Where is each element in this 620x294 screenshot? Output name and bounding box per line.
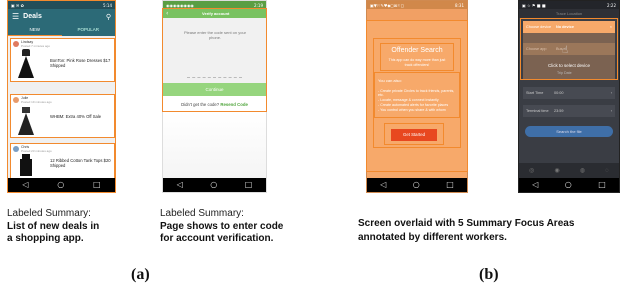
summary-focus-area: [374, 72, 460, 118]
summary-focus-area: [384, 123, 444, 145]
recents-icon[interactable]: □: [598, 178, 606, 192]
status-time: 8:31: [455, 2, 464, 8]
recents-icon[interactable]: □: [446, 178, 454, 192]
home-icon[interactable]: ○: [565, 178, 572, 192]
status-time: 2:22: [607, 2, 616, 8]
caption-summary: annotated by different workers.: [358, 232, 507, 243]
back-icon[interactable]: ◁: [177, 178, 183, 192]
search-file-label: Search the file: [556, 129, 582, 134]
back-icon[interactable]: ◁: [532, 178, 538, 192]
chevron-right-icon: ›: [610, 109, 612, 113]
caption-summary: List of new deals in: [7, 221, 100, 232]
tab-icon[interactable]: ◎: [529, 167, 534, 174]
status-time: 2:19: [254, 2, 263, 8]
row-label: Start Time: [526, 91, 544, 95]
android-nav-bar: ◁ ○ □: [519, 178, 619, 192]
summary-focus-area-outer: [7, 0, 116, 193]
panel-label-b: (b): [479, 266, 499, 283]
android-nav-bar: ◁ ○ □: [367, 178, 467, 192]
tab-icon[interactable]: ◉: [554, 167, 559, 174]
summary-focus-area: [380, 43, 454, 71]
empty-area: [163, 113, 266, 180]
start-time-row[interactable]: Start Time 00:00 ›: [523, 87, 615, 99]
search-file-button[interactable]: Search the file: [525, 126, 613, 137]
status-bar: ▣▼⚐✎♥◆◻⊠⚐◻ 8:31: [367, 1, 467, 9]
terminal-time-row[interactable]: Terminal time 23:59 ›: [523, 105, 615, 117]
status-icons-left: ◉◉◉◉◉◉◉◉: [166, 2, 194, 8]
recents-icon[interactable]: □: [245, 178, 253, 192]
status-bar: ▣ ☆ ⚑ ■ ■ 2:22: [519, 1, 619, 9]
caption-summary: Screen overlaid with 5 Summary Focus Are…: [358, 218, 575, 229]
caption-label: Labeled Summary:: [7, 208, 91, 219]
bottom-tab-bar: ◎ ◉ ◍ ◌: [519, 163, 619, 178]
status-icons-left: ▣ ☆ ⚑ ■ ■: [522, 2, 546, 8]
row-value: 23:59: [554, 109, 564, 113]
summary-focus-area: [162, 8, 267, 112]
status-icons-left: ▣▼⚐✎♥◆◻⊠⚐◻: [370, 2, 405, 8]
chevron-right-icon: ›: [610, 91, 612, 95]
caption-summary: Page shows to enter code: [160, 221, 284, 232]
caption-summary: a shopping app.: [7, 233, 84, 244]
back-icon[interactable]: ◁: [380, 178, 386, 192]
panel-label-a: (a): [131, 266, 150, 283]
tab-icon[interactable]: ◍: [580, 167, 585, 174]
row-label: Terminal time: [526, 109, 549, 113]
trace-header-title: Trace Location: [555, 11, 583, 16]
caption-summary: for account verification.: [160, 233, 274, 244]
row-value: 00:00: [554, 91, 564, 95]
home-icon[interactable]: ○: [413, 178, 420, 192]
home-icon[interactable]: ○: [210, 178, 217, 192]
android-nav-bar: ◁ ○ □: [163, 178, 266, 192]
tab-icon[interactable]: ◌: [605, 168, 609, 174]
summary-focus-area: [520, 18, 618, 80]
trace-header: Trace Location: [519, 9, 619, 18]
caption-label: Labeled Summary:: [160, 208, 244, 219]
